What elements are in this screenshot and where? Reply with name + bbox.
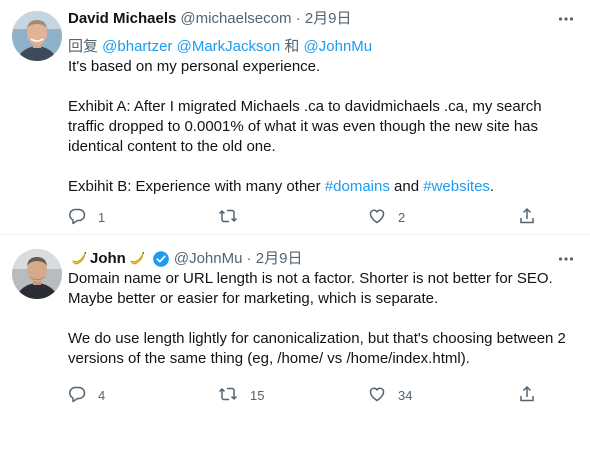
like-icon — [368, 207, 386, 228]
replying-to: 回复 @bhartzer @MarkJackson 和 @JohnMu — [68, 37, 576, 57]
reply-icon — [68, 385, 86, 406]
reply-mentions[interactable]: @bhartzer @MarkJackson — [102, 38, 280, 55]
author-name[interactable]: David Michaels — [68, 9, 176, 29]
like-icon — [368, 385, 386, 406]
tweet-text: Domain name or URL length is not a facto… — [68, 269, 576, 369]
like-button[interactable]: 2 — [368, 207, 478, 227]
more-icon[interactable] — [556, 249, 576, 269]
action-bar — [68, 441, 538, 461]
hashtag-domains[interactable]: #domains — [325, 178, 390, 195]
paragraph-text: . — [489, 178, 495, 195]
tweet-paragraph: We do use length lightly for canonicaliz… — [68, 330, 566, 367]
paragraph-text: Exbihit B: Experience with many other — [68, 178, 325, 195]
reply-count: 1 — [98, 209, 106, 225]
share-icon — [518, 385, 536, 406]
tweet-paragraph: Exhibit A: After I migrated Michaels .ca… — [68, 98, 542, 155]
reply-prefix: 回复 — [68, 38, 103, 55]
retweet-button[interactable]: 15 — [218, 385, 328, 405]
tweet-paragraph: Domain name or URL length is not a facto… — [68, 270, 553, 307]
like-count: 2 — [398, 209, 406, 225]
tweet-david-michaels[interactable]: David Michaels @michaelsecom · 2月9日 回复 @… — [0, 0, 590, 235]
paragraph-text: and — [389, 178, 424, 195]
retweet-icon — [218, 385, 238, 406]
reply-icon — [68, 207, 86, 228]
like-button[interactable]: 34 — [368, 385, 478, 405]
share-button[interactable] — [518, 385, 538, 405]
tweet-paragraph: Exbihit B: Experience with many other #d… — [68, 177, 576, 197]
avatar-david-michaels[interactable] — [12, 11, 62, 61]
tweet-body: John @JohnMu · 2月9日 Domain name or URL l… — [68, 249, 576, 369]
tweet-paragraph: It's based on my personal experience. — [68, 58, 321, 75]
action-bar: 4 15 34 — [68, 385, 538, 405]
tweet-header: David Michaels @michaelsecom · 2月9日 — [68, 9, 576, 29]
reply-count: 4 — [98, 387, 106, 403]
avatar-john[interactable] — [12, 249, 62, 299]
verified-badge-icon — [152, 250, 170, 268]
reply-button[interactable]: 4 — [68, 385, 178, 405]
author-handle-date[interactable]: @michaelsecom · 2月9日 — [180, 9, 351, 29]
more-icon[interactable] — [556, 9, 576, 29]
tweet-body: David Michaels @michaelsecom · 2月9日 回复 @… — [68, 9, 576, 197]
share-button[interactable] — [518, 207, 538, 227]
share-icon — [518, 207, 536, 228]
action-bar: 1 2 — [68, 207, 538, 227]
retweet-button[interactable] — [218, 207, 328, 227]
author-name[interactable]: John — [90, 249, 126, 269]
banana-emoji-icon — [71, 251, 87, 267]
reply-and: 和 — [280, 38, 304, 55]
tweet-text: It's based on my personal experience. Ex… — [68, 57, 576, 197]
retweet-icon — [218, 207, 238, 228]
retweet-count: 15 — [250, 387, 265, 403]
reply-mention-johnmu[interactable]: @JohnMu — [304, 38, 373, 55]
author-handle-date[interactable]: @JohnMu · 2月9日 — [174, 249, 303, 269]
like-count: 34 — [398, 387, 413, 403]
tweet-header: John @JohnMu · 2月9日 — [68, 249, 576, 269]
hashtag-websites[interactable]: #websites — [423, 178, 490, 195]
reply-button[interactable]: 1 — [68, 207, 178, 227]
banana-emoji-icon — [129, 251, 145, 267]
